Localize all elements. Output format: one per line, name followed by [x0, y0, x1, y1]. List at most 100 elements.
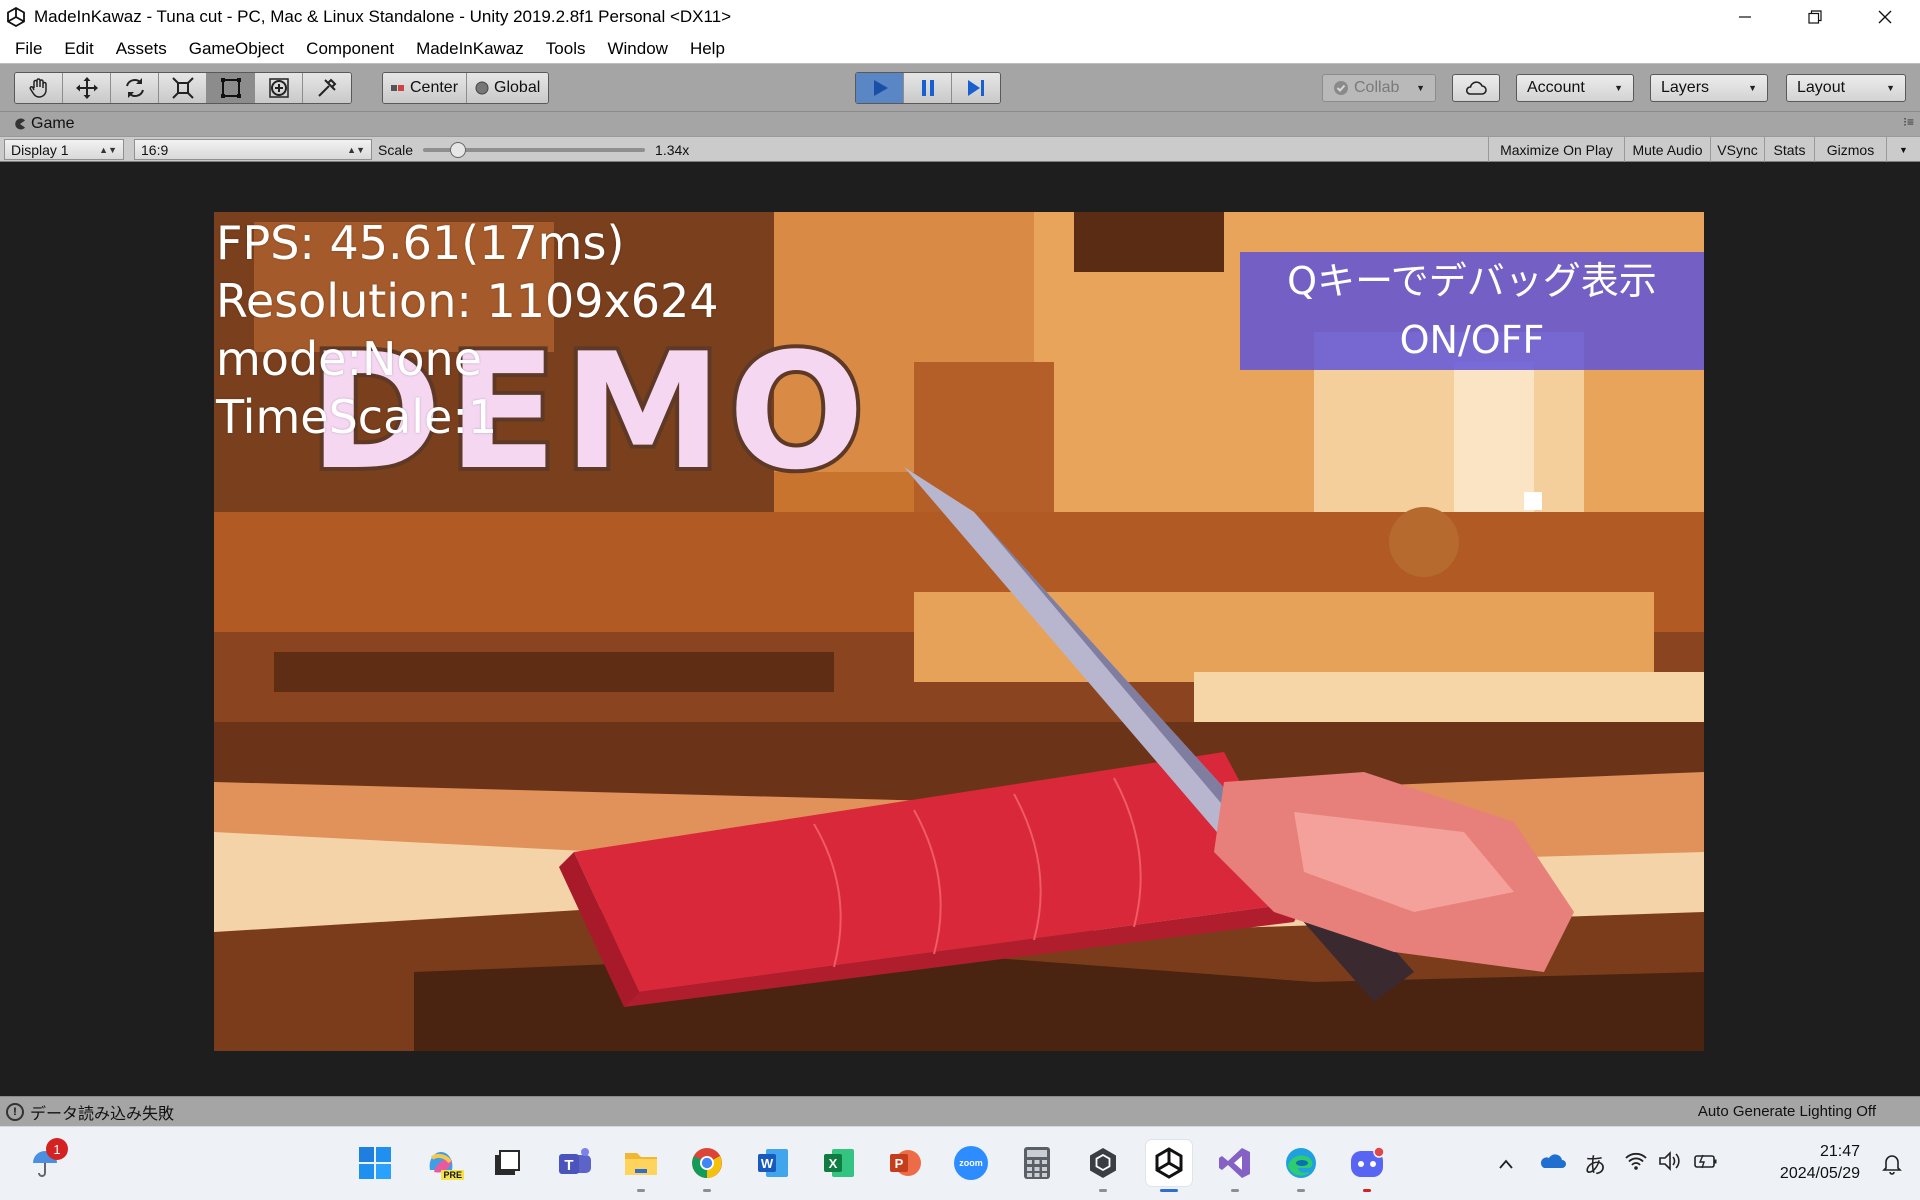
file-explorer-button[interactable]	[618, 1140, 664, 1192]
menu-gameobject[interactable]: GameObject	[178, 34, 295, 64]
notification-badge: 1	[46, 1138, 68, 1160]
svg-text:T: T	[564, 1157, 573, 1174]
layout-label: Layout	[1797, 79, 1846, 96]
chrome-button[interactable]	[684, 1140, 730, 1192]
zoom-button[interactable]: zoom	[948, 1140, 994, 1186]
layers-dropdown[interactable]: Layers ▼	[1650, 74, 1768, 102]
menu-assets[interactable]: Assets	[105, 34, 178, 64]
pivot-center-button[interactable]: Center	[383, 73, 468, 103]
unity-editor-button[interactable]	[1146, 1140, 1192, 1192]
play-button[interactable]	[856, 73, 904, 103]
debug-hint-line2: ON/OFF	[1399, 318, 1545, 362]
mute-audio-toggle[interactable]: Mute Audio	[1624, 137, 1710, 162]
svg-text:X: X	[829, 1156, 838, 1171]
pivot-icon	[391, 85, 404, 91]
scale-icon	[171, 77, 194, 99]
rect-tool-button[interactable]	[207, 73, 255, 103]
scale-control: Scale 1.34x	[378, 140, 689, 160]
tab-options-icon[interactable]: ⁝≡	[1903, 115, 1914, 129]
wifi-icon[interactable]	[1624, 1151, 1648, 1177]
space-label: Global	[494, 79, 541, 96]
menu-window[interactable]: Window	[596, 34, 678, 64]
clock[interactable]: 21:47 2024/05/29	[1780, 1141, 1860, 1185]
chevron-down-icon: ▼	[1416, 83, 1425, 93]
hand-tool-button[interactable]	[15, 73, 63, 103]
visual-studio-icon	[1219, 1148, 1250, 1178]
game-tab-header: Game ⁝≡	[0, 112, 1920, 136]
account-label: Account	[1527, 79, 1585, 96]
menu-madeinkawaz[interactable]: MadeInKawaz	[405, 34, 535, 64]
running-indicator	[1231, 1189, 1239, 1192]
gizmos-toggle[interactable]: Gizmos	[1814, 137, 1886, 162]
teams-icon: T	[559, 1148, 591, 1174]
chevron-down-icon: ▼	[1899, 144, 1908, 155]
gizmos-dropdown[interactable]: ▼	[1886, 137, 1920, 162]
powerpoint-button[interactable]: P	[882, 1140, 928, 1186]
task-view-button[interactable]	[484, 1140, 530, 1186]
weather-widget[interactable]: 1	[22, 1138, 68, 1186]
account-dropdown[interactable]: Account ▼	[1516, 74, 1634, 102]
display-select[interactable]: Display 1 ▲▼	[4, 139, 124, 160]
aspect-select[interactable]: 16:9 ▲▼	[134, 139, 372, 160]
scale-value: 1.34x	[655, 142, 690, 158]
maximize-on-play-toggle[interactable]: Maximize On Play	[1488, 137, 1624, 162]
teams-button[interactable]: T	[552, 1140, 598, 1186]
word-button[interactable]: W	[750, 1140, 796, 1186]
collab-dropdown[interactable]: Collab ▼	[1322, 74, 1436, 102]
edge-icon	[1286, 1148, 1316, 1178]
move-tool-button[interactable]	[63, 73, 111, 103]
restore-icon[interactable]	[1780, 0, 1850, 34]
rotate-icon	[125, 78, 144, 98]
clock-date: 2024/05/29	[1779, 1165, 1860, 1182]
zoom-label: zoom	[959, 1158, 983, 1168]
cloud-button[interactable]	[1452, 74, 1500, 102]
tab-game[interactable]: Game	[0, 115, 75, 133]
running-indicator	[1297, 1189, 1305, 1192]
transform-tools	[14, 72, 352, 104]
onedrive-icon[interactable]	[1538, 1152, 1566, 1176]
battery-icon[interactable]	[1692, 1152, 1718, 1176]
debug-toggle-banner: Qキーでデバッグ表示 ON/OFF	[1240, 252, 1704, 370]
running-indicator	[1363, 1189, 1371, 1192]
status-message[interactable]: データ読み込み失敗	[30, 1100, 174, 1124]
move-icon	[75, 77, 98, 99]
start-button[interactable]	[352, 1140, 398, 1186]
play-controls	[855, 72, 1001, 104]
pivot-global-button[interactable]: Global	[467, 73, 549, 103]
notification-bell-icon[interactable]	[1882, 1153, 1902, 1180]
speaker-icon[interactable]	[1658, 1151, 1682, 1177]
scale-tool-button[interactable]	[159, 73, 207, 103]
calculator-button[interactable]	[1014, 1140, 1060, 1186]
menu-file[interactable]: File	[4, 34, 53, 64]
minimize-icon[interactable]	[1710, 0, 1780, 34]
main-toolbar: Center Global Collab ▼ Account ▼ Layers …	[0, 64, 1920, 112]
stats-toggle[interactable]: Stats	[1764, 137, 1814, 162]
discord-button[interactable]	[1344, 1140, 1390, 1192]
close-icon[interactable]	[1850, 0, 1920, 34]
scale-slider-thumb[interactable]	[449, 142, 466, 158]
chevron-up-icon[interactable]	[1498, 1153, 1514, 1176]
layout-dropdown[interactable]: Layout ▼	[1786, 74, 1906, 102]
rotate-tool-button[interactable]	[111, 73, 159, 103]
file-explorer-icon	[625, 1153, 657, 1175]
unity-icon	[1155, 1147, 1183, 1179]
visual-studio-button[interactable]	[1212, 1140, 1258, 1192]
excel-button[interactable]: X	[816, 1140, 862, 1186]
scale-slider[interactable]	[423, 142, 646, 158]
ime-indicator[interactable]: あ	[1584, 1148, 1606, 1180]
transform-tool-button[interactable]	[255, 73, 303, 103]
menu-help[interactable]: Help	[679, 34, 736, 64]
edge-button[interactable]	[1278, 1140, 1324, 1192]
menu-edit[interactable]: Edit	[53, 34, 104, 64]
custom-tool-button[interactable]	[303, 73, 351, 103]
step-button[interactable]	[952, 73, 1000, 103]
vsync-toggle[interactable]: VSync	[1710, 137, 1764, 162]
transform-icon	[268, 78, 289, 98]
copilot-button[interactable]: PRE	[418, 1140, 464, 1186]
pause-button[interactable]	[904, 73, 952, 103]
menu-tools[interactable]: Tools	[535, 34, 597, 64]
unity-logo-icon	[7, 7, 25, 27]
game-render[interactable]: DEMO FPS: 45.61(17ms) Resolution: 1109x6…	[214, 212, 1704, 1051]
menu-component[interactable]: Component	[295, 34, 405, 64]
unity-hub-button[interactable]	[1080, 1140, 1126, 1192]
